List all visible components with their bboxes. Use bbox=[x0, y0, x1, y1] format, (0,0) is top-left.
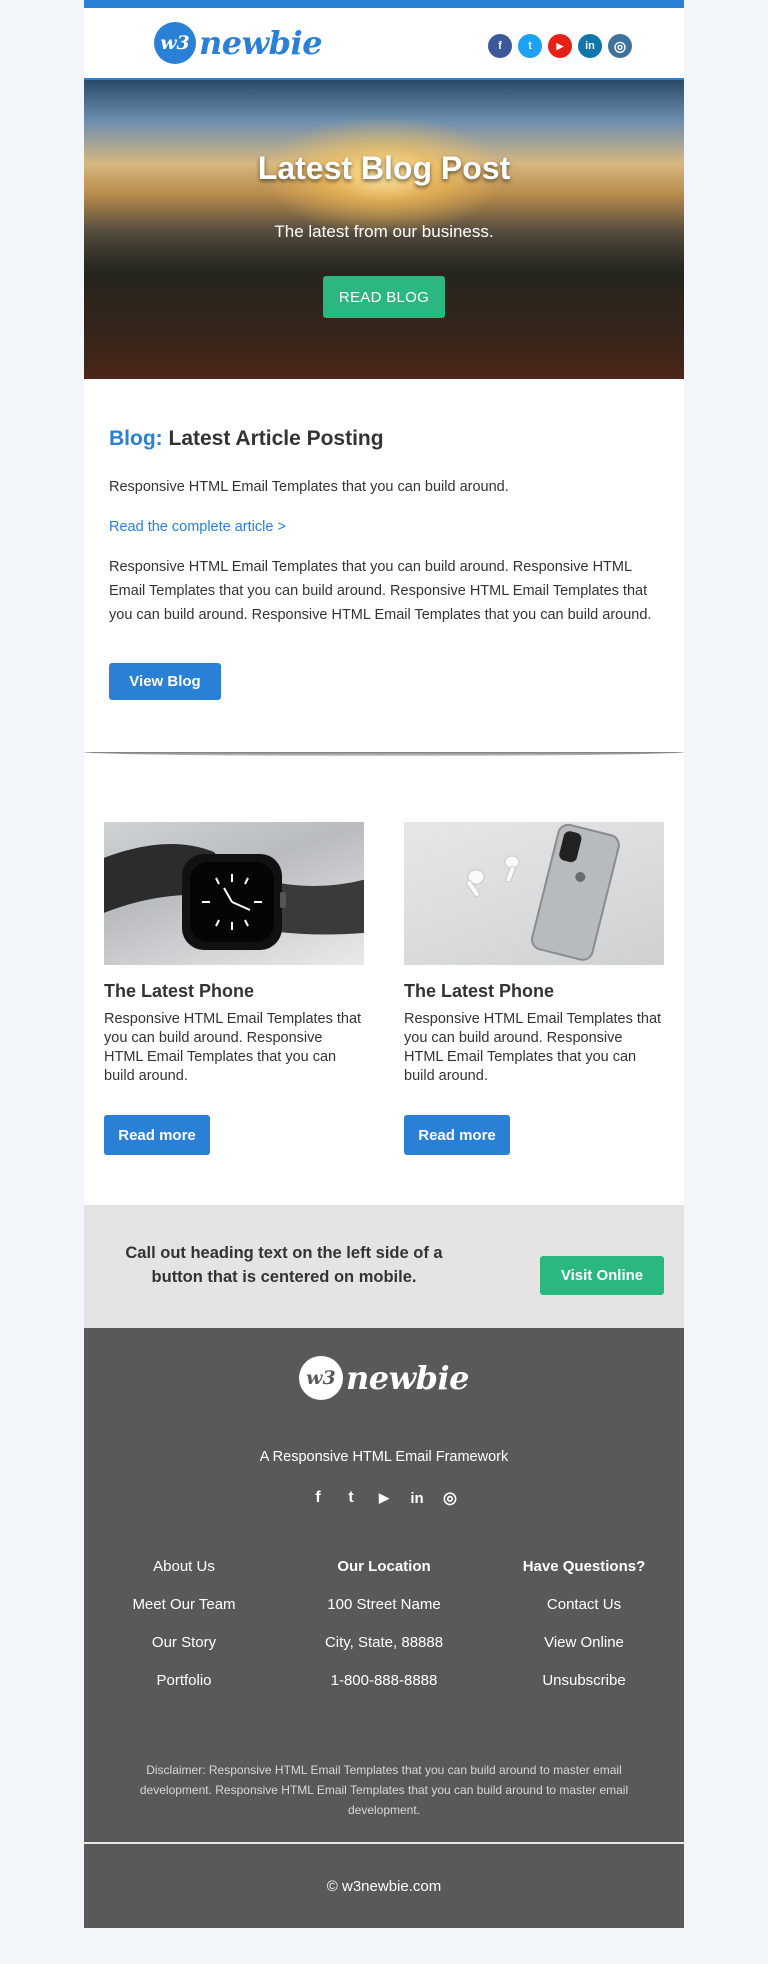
hero-title: Latest Blog Post bbox=[257, 150, 511, 186]
footer-street: 100 Street Name bbox=[327, 1596, 441, 1613]
footer-link-story[interactable]: Our Story bbox=[84, 1632, 284, 1670]
callout-heading: Call out heading text on the left side o… bbox=[125, 1244, 443, 1286]
youtube-icon[interactable]: ▶ bbox=[548, 34, 572, 58]
phone-image[interactable] bbox=[404, 822, 664, 965]
youtube-icon[interactable]: ▶ bbox=[374, 1488, 394, 1508]
article-intro: Responsive HTML Email Templates that you… bbox=[109, 479, 509, 495]
footer-phone[interactable]: 1-800-888-8888 bbox=[284, 1670, 484, 1708]
email-header: w3 newbie f t ▶ in ◎ bbox=[84, 8, 684, 80]
brand-logo[interactable]: w3 newbie bbox=[154, 22, 323, 64]
footer-link-unsubscribe[interactable]: Unsubscribe bbox=[484, 1670, 684, 1708]
product-cards: The Latest Phone Responsive HTML Email T… bbox=[84, 756, 684, 1205]
article-body: Responsive HTML Email Templates that you… bbox=[109, 559, 652, 624]
card-text: Responsive HTML Email Templates that you… bbox=[104, 1011, 362, 1084]
hero-subtitle: The latest from our business. bbox=[274, 222, 494, 241]
logo-text: newbie bbox=[199, 24, 323, 62]
footer-questions-heading: Have Questions? bbox=[522, 1558, 646, 1575]
card-title: The Latest Phone bbox=[104, 981, 255, 1001]
email-footer: w3 newbie A Responsive HTML Email Framew… bbox=[84, 1328, 684, 1842]
footer-col-questions: Have Questions? Contact Us View Online U… bbox=[484, 1556, 684, 1708]
twitter-icon[interactable]: t bbox=[518, 34, 542, 58]
article-section: Blog: Latest Article Posting Responsive … bbox=[84, 379, 684, 752]
footer-link-about[interactable]: About Us bbox=[84, 1556, 284, 1594]
card-title: The Latest Phone bbox=[404, 981, 555, 1001]
footer-logo[interactable]: w3 newbie bbox=[84, 1356, 684, 1400]
footer-logo-text: newbie bbox=[345, 1359, 470, 1397]
product-card: The Latest Phone Responsive HTML Email T… bbox=[104, 822, 364, 1155]
footer-link-portfolio[interactable]: Portfolio bbox=[84, 1670, 284, 1708]
read-more-button[interactable]: Read more bbox=[104, 1115, 210, 1155]
header-social-links: f t ▶ in ◎ bbox=[488, 34, 632, 58]
footer-location-heading: Our Location bbox=[337, 1558, 431, 1575]
visit-online-button[interactable]: Visit Online bbox=[540, 1256, 664, 1295]
footer-col-links: About Us Meet Our Team Our Story Portfol… bbox=[84, 1556, 284, 1708]
email-container: w3 newbie f t ▶ in ◎ Latest Blog Post Th… bbox=[84, 0, 684, 1928]
footer-link-contact[interactable]: Contact Us bbox=[484, 1594, 684, 1632]
footer-col-location: Our Location 100 Street Name City, State… bbox=[284, 1556, 484, 1708]
twitter-icon[interactable]: t bbox=[341, 1488, 361, 1508]
hero-banner: Latest Blog Post The latest from our bus… bbox=[84, 80, 684, 379]
footer-disclaimer: Disclaimer: Responsive HTML Email Templa… bbox=[139, 1763, 629, 1817]
view-blog-button[interactable]: View Blog bbox=[109, 663, 221, 700]
read-blog-button[interactable]: READ BLOG bbox=[323, 276, 445, 318]
read-article-link[interactable]: Read the complete article > bbox=[109, 519, 659, 535]
footer-social-links: f t ▶ in ◎ bbox=[84, 1488, 684, 1508]
article-heading-text: Latest Article Posting bbox=[162, 427, 384, 450]
instagram-icon[interactable]: ◎ bbox=[440, 1488, 460, 1508]
facebook-icon[interactable]: f bbox=[488, 34, 512, 58]
article-heading-prefix: Blog: bbox=[109, 427, 163, 450]
linkedin-icon[interactable]: in bbox=[407, 1488, 427, 1508]
top-accent-bar bbox=[84, 0, 684, 8]
logo-badge-icon: w3 bbox=[154, 22, 196, 64]
watch-illustration bbox=[104, 844, 364, 950]
footer-link-team[interactable]: Meet Our Team bbox=[84, 1594, 284, 1632]
instagram-icon[interactable]: ◎ bbox=[608, 34, 632, 58]
card-text: Responsive HTML Email Templates that you… bbox=[404, 1011, 662, 1084]
phone-illustration bbox=[466, 823, 620, 961]
facebook-icon[interactable]: f bbox=[308, 1488, 328, 1508]
callout-section: Call out heading text on the left side o… bbox=[84, 1205, 684, 1328]
article-heading: Blog: Latest Article Posting bbox=[109, 427, 659, 451]
copyright: © w3newbie.com bbox=[84, 1844, 684, 1928]
read-more-button[interactable]: Read more bbox=[404, 1115, 510, 1155]
footer-logo-badge-icon: w3 bbox=[298, 1356, 343, 1400]
footer-tagline: A Responsive HTML Email Framework bbox=[259, 1449, 509, 1465]
product-card: The Latest Phone Responsive HTML Email T… bbox=[404, 822, 664, 1155]
linkedin-icon[interactable]: in bbox=[578, 34, 602, 58]
watch-image[interactable] bbox=[104, 822, 364, 965]
footer-city: City, State, 88888 bbox=[324, 1634, 444, 1651]
footer-link-view-online[interactable]: View Online bbox=[484, 1632, 684, 1670]
